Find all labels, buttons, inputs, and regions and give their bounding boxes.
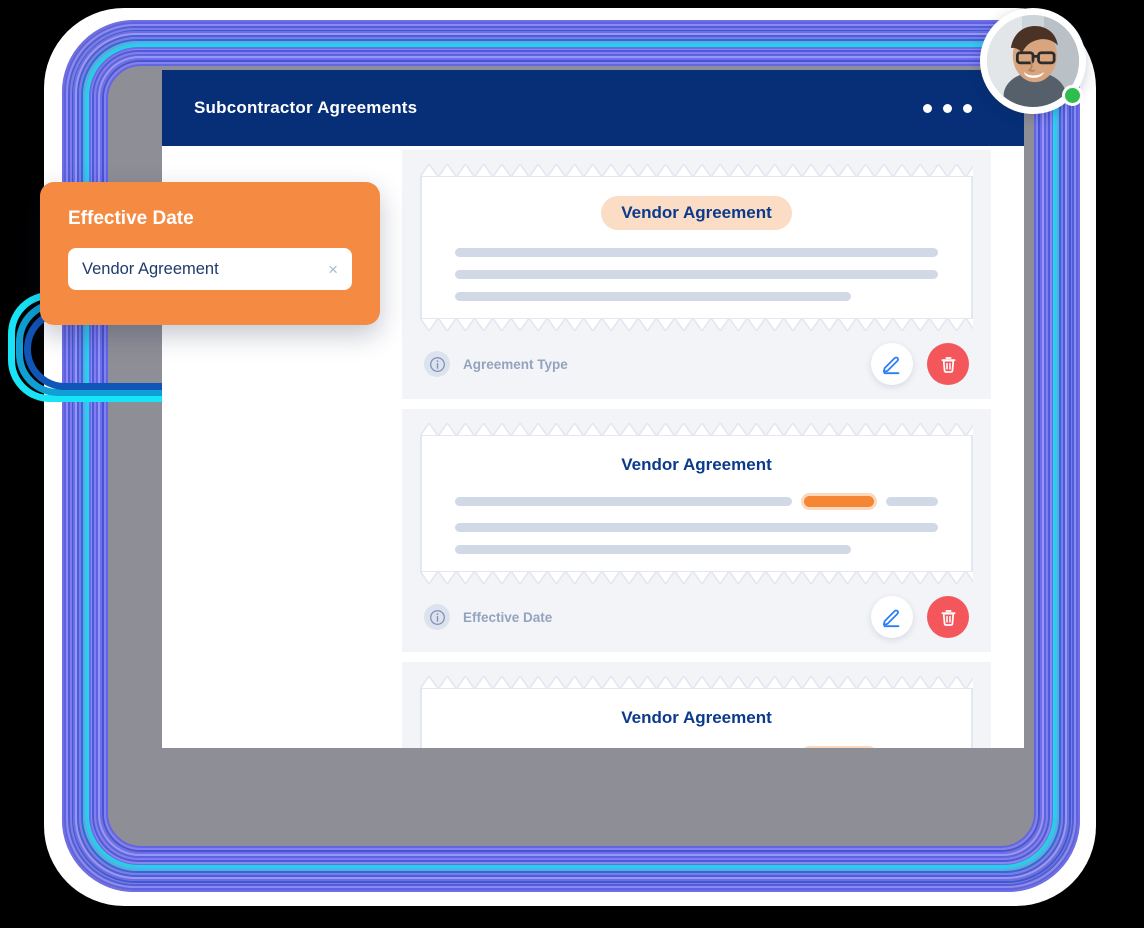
filter-panel-label: Effective Date (68, 208, 194, 229)
status-badge (1062, 85, 1083, 106)
card-title: Vendor Agreement (621, 455, 772, 474)
edit-button[interactable] (871, 343, 913, 385)
skeleton-line (455, 248, 938, 257)
skeleton-lines (455, 248, 938, 301)
filter-input-wrapper[interactable]: Vendor Agreement × (68, 248, 352, 290)
page-title: Subcontractor Agreements (194, 98, 418, 117)
delete-button[interactable] (927, 343, 969, 385)
skeleton-line (455, 497, 792, 506)
card-footer-label: Agreement Type (463, 356, 568, 372)
avatar[interactable] (980, 8, 1086, 114)
info-icon[interactable] (424, 604, 450, 630)
card-paper: Vendor Agreement (420, 435, 973, 572)
filter-input[interactable]: Vendor Agreement (82, 260, 328, 279)
skeleton-row (455, 493, 938, 510)
card-actions (871, 596, 969, 638)
skeleton-line (455, 523, 938, 532)
card-paper: Vendor Agreement (420, 176, 973, 319)
card-paper: Vendor Agreement (420, 688, 973, 748)
highlighted-value (801, 493, 877, 510)
card-actions (871, 343, 969, 385)
skeleton-line (455, 545, 852, 554)
card-title: Vendor Agreement (455, 196, 938, 230)
agreement-type-chip: Vendor Agreement (601, 196, 792, 230)
card-footer-label: Effective Date (463, 609, 553, 625)
agreement-card: Vendor Agreement Agreement Type (402, 150, 991, 399)
edit-button[interactable] (871, 596, 913, 638)
card-title: Vendor Agreement (621, 708, 772, 727)
app-window: Subcontractor Agreements Vendor Agreemen… (162, 70, 1024, 748)
agreements-list: Vendor Agreement Agreement Type Vendor A… (402, 146, 1024, 748)
info-icon[interactable] (424, 351, 450, 377)
skeleton-line (455, 270, 938, 279)
card-footer: Agreement Type (420, 343, 973, 385)
skeleton-line (455, 292, 852, 301)
card-footer: Effective Date (420, 596, 973, 638)
three-dots-icon (963, 103, 972, 113)
filter-panel: Effective Date Vendor Agreement × (40, 182, 380, 325)
skeleton-lines (455, 746, 938, 748)
three-dots-icon (923, 103, 932, 113)
agreement-card: Vendor Agreement Effective Date (402, 409, 991, 652)
skeleton-lines (455, 493, 938, 554)
close-icon[interactable]: × (328, 261, 338, 278)
delete-button[interactable] (927, 596, 969, 638)
skeleton-row (455, 746, 938, 748)
skeleton-line (886, 497, 938, 506)
three-dots-icon (943, 103, 952, 113)
window-titlebar: Subcontractor Agreements (162, 70, 1024, 146)
agreement-card: Vendor Agreement (402, 662, 991, 748)
highlighted-value (801, 746, 877, 748)
